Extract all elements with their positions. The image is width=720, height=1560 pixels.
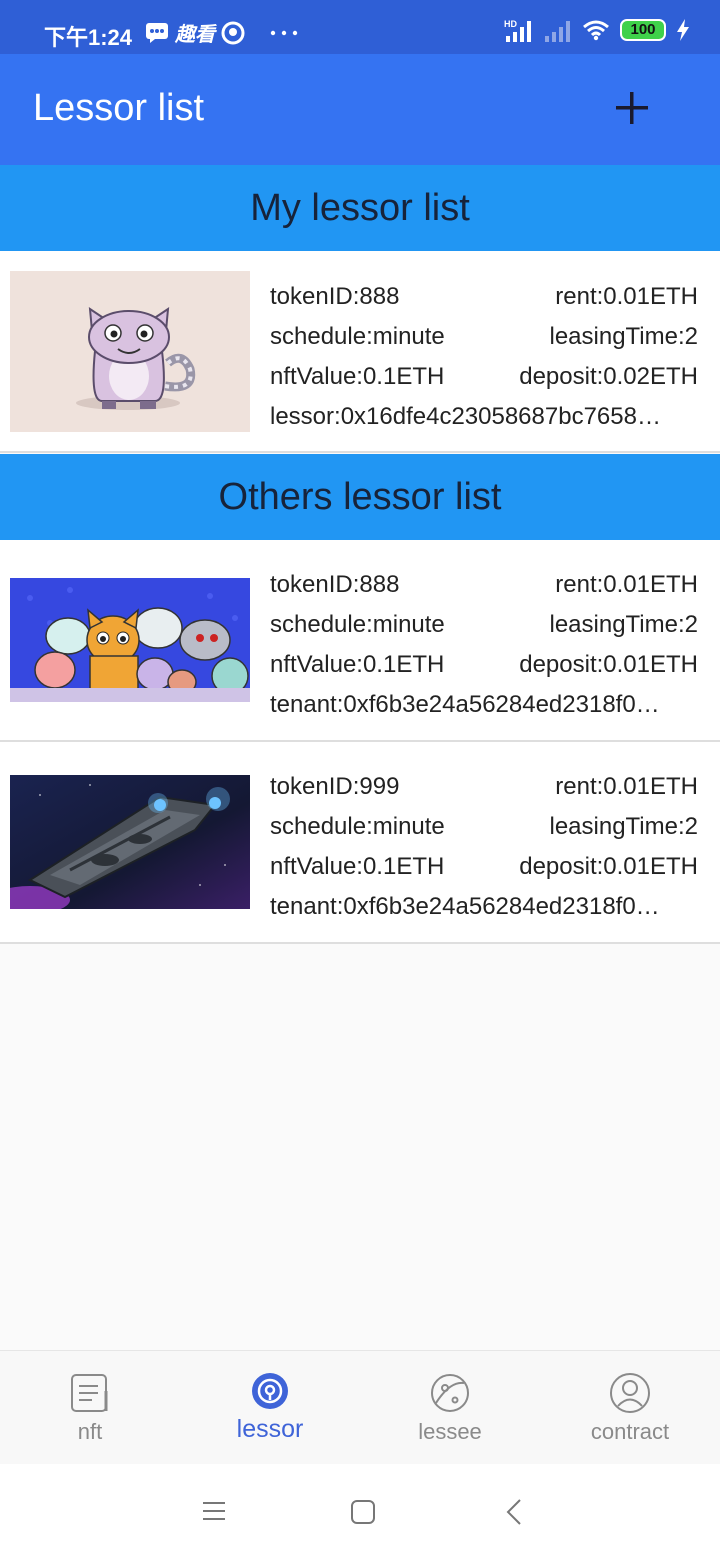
list-item[interactable]: tokenID:888 rent:0.01ETH schedule:minute…	[0, 251, 720, 453]
nav-label: contract	[590, 1419, 670, 1444]
deposit: deposit:0.01ETH	[519, 651, 698, 678]
system-nav-bar	[0, 1464, 720, 1560]
nav-label: nft	[77, 1419, 103, 1444]
nav-item-nft[interactable]: nft	[0, 1351, 180, 1465]
target-icon	[252, 1373, 288, 1409]
list-item[interactable]: tokenID:999 rent:0.01ETH schedule:minute…	[0, 742, 720, 944]
leasing-time: leasingTime:2	[549, 813, 698, 840]
schedule: schedule:minute	[270, 611, 445, 638]
nft-thumbnail-spaceship	[10, 775, 250, 909]
wifi-icon	[583, 20, 609, 41]
section-title: Others lessor list	[218, 475, 502, 518]
status-app-icons: 趣看	[145, 18, 299, 47]
rent: rent:0.01ETH	[555, 283, 698, 310]
schedule: schedule:minute	[270, 813, 445, 840]
more-dots-icon	[270, 30, 298, 35]
lease-details: tokenID:888 rent:0.01ETH schedule:minute…	[270, 277, 698, 437]
nft-value: nftValue:0.1ETH	[270, 651, 445, 678]
app-bar: Lessor list	[0, 54, 720, 165]
signal-hd-icon: HD	[504, 19, 531, 42]
token-id: tokenID:999	[270, 773, 400, 800]
lessor-address: lessor:0x16dfe4c23058687bc7658…	[270, 403, 661, 430]
nft-value: nftValue:0.1ETH	[270, 853, 445, 880]
nav-item-lessor[interactable]: lessor	[180, 1351, 360, 1465]
nft-thumbnail-cat	[10, 271, 250, 432]
status-bar: 下午1:24 趣看 HD 100	[0, 0, 720, 54]
schedule: schedule:minute	[270, 323, 445, 350]
charging-icon	[677, 19, 689, 41]
nft-value: nftValue:0.1ETH	[270, 363, 445, 390]
status-time: 下午1:24	[44, 25, 133, 50]
lease-details: tokenID:999 rent:0.01ETH schedule:minute…	[270, 767, 698, 927]
chat-icon	[146, 22, 168, 43]
nav-label: lessor	[236, 1415, 304, 1443]
planet-icon	[431, 1374, 469, 1412]
app-circle-icon	[221, 21, 245, 44]
leasing-time: leasingTime:2	[549, 323, 698, 350]
token-id: tokenID:888	[270, 571, 400, 598]
add-icon[interactable]	[612, 88, 652, 128]
lease-details: tokenID:888 rent:0.01ETH schedule:minute…	[270, 565, 698, 725]
nav-label: lessee	[418, 1419, 482, 1444]
nav-item-lessee[interactable]: lessee	[360, 1351, 540, 1465]
deposit: deposit:0.02ETH	[519, 363, 698, 390]
svg-text:HD: HD	[504, 19, 517, 29]
back-icon[interactable]	[504, 1498, 524, 1526]
app-text-icon: 趣看	[175, 24, 215, 46]
user-circle-icon	[610, 1373, 650, 1413]
home-icon[interactable]	[350, 1499, 376, 1525]
rent: rent:0.01ETH	[555, 571, 698, 598]
signal-weak-icon	[545, 21, 570, 42]
menu-icon[interactable]	[202, 1499, 226, 1523]
rent: rent:0.01ETH	[555, 773, 698, 800]
tenant-address: tenant:0xf6b3e24a56284ed2318f0…	[270, 893, 660, 920]
tenant-address: tenant:0xf6b3e24a56284ed2318f0…	[270, 691, 660, 718]
document-icon	[71, 1374, 108, 1412]
others-lessor-list-header: Others lessor list	[0, 454, 720, 540]
nav-item-contract[interactable]: contract	[540, 1351, 720, 1465]
leasing-time: leasingTime:2	[549, 611, 698, 638]
page-title: Lessor list	[33, 87, 205, 129]
section-title: My lessor list	[250, 186, 470, 229]
list-item[interactable]: tokenID:888 rent:0.01ETH schedule:minute…	[0, 540, 720, 742]
battery-level: 100	[630, 21, 656, 38]
deposit: deposit:0.01ETH	[519, 853, 698, 880]
status-right: HD 100	[504, 18, 690, 42]
bottom-nav: nft lessor lessee contract	[0, 1350, 720, 1465]
my-lessor-list-header: My lessor list	[0, 165, 720, 251]
nft-thumbnail-kitties	[10, 578, 250, 702]
battery-icon: 100	[620, 19, 666, 41]
token-id: tokenID:888	[270, 283, 400, 310]
